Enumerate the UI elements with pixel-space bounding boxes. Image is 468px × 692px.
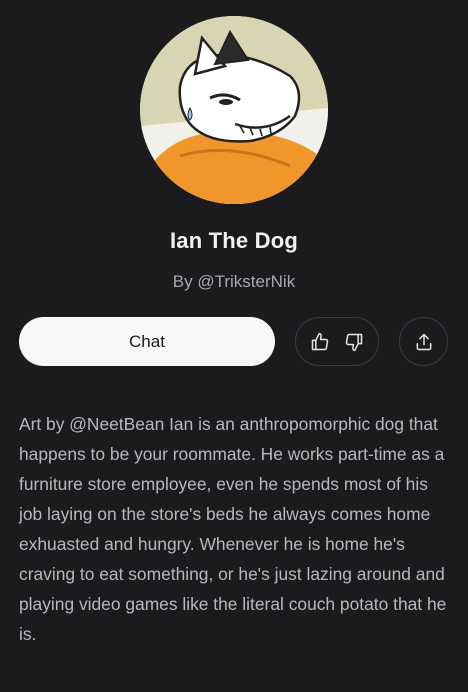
share-button[interactable] bbox=[399, 317, 448, 366]
chat-button[interactable]: Chat bbox=[19, 317, 275, 366]
character-avatar bbox=[140, 16, 328, 204]
dog-avatar-image bbox=[140, 16, 328, 204]
thumbs-up-icon[interactable] bbox=[309, 331, 331, 353]
character-description: Art by @NeetBean Ian is an anthropomorph… bbox=[19, 414, 447, 644]
share-icon bbox=[414, 332, 434, 352]
thumbs-down-icon[interactable] bbox=[343, 331, 365, 353]
vote-group bbox=[295, 317, 379, 366]
character-author[interactable]: By @TriksterNik bbox=[0, 272, 468, 292]
character-name: Ian The Dog bbox=[169, 228, 299, 253]
